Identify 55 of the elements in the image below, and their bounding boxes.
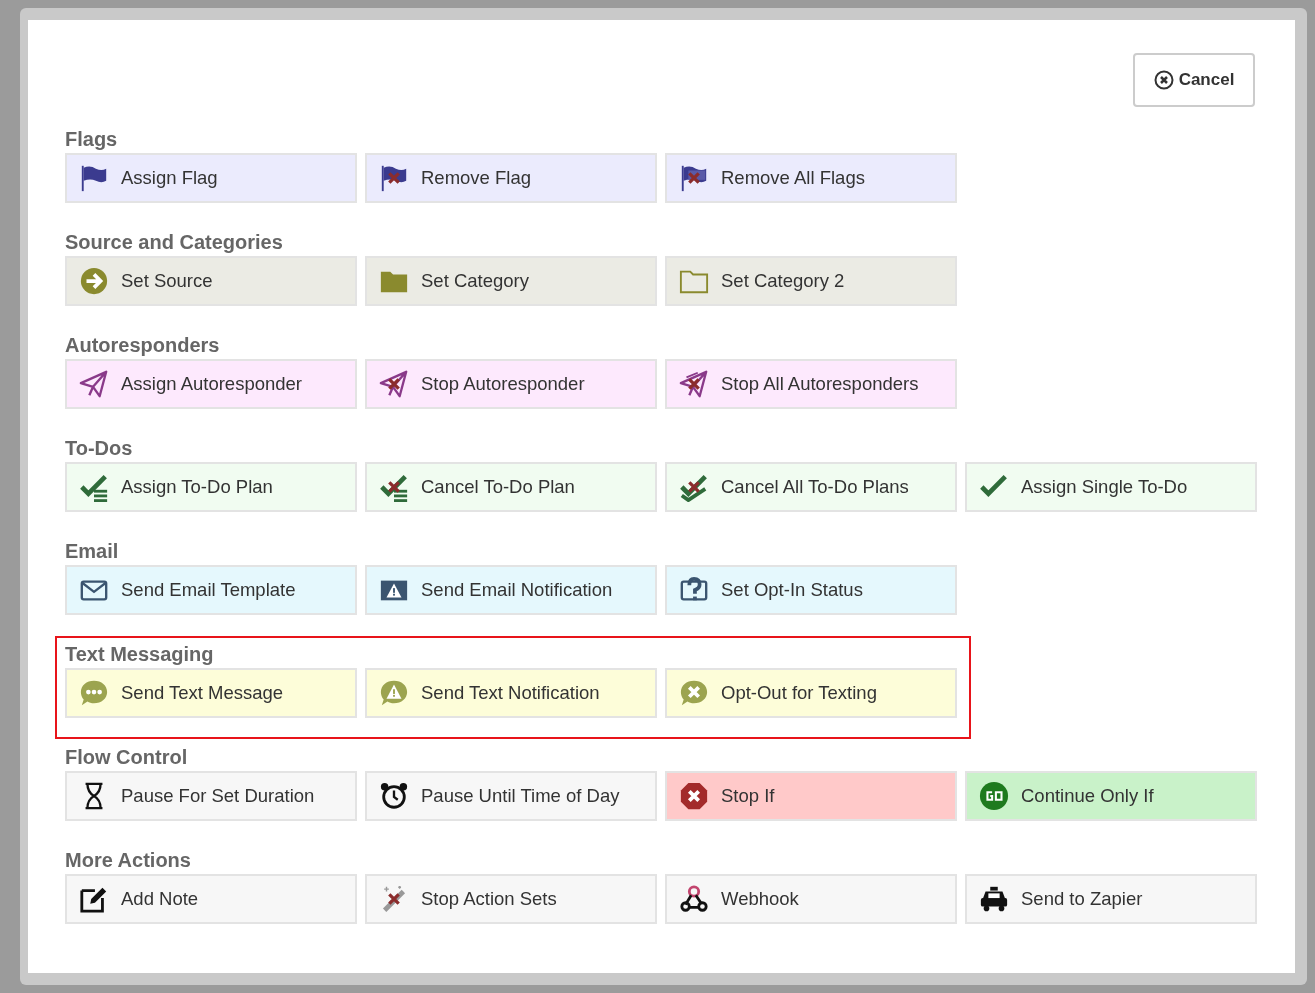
speech-bubble-warning-icon	[379, 678, 409, 708]
action-button[interactable]: Set Category	[365, 256, 657, 306]
action-button[interactable]: Remove Flag	[365, 153, 657, 203]
cancel-button[interactable]: Cancel	[1133, 53, 1255, 107]
action-button[interactable]: Stop Action Sets	[365, 874, 657, 924]
action-button[interactable]: Send Text Notification	[365, 668, 657, 718]
paper-plane-icon	[79, 369, 109, 399]
action-button[interactable]: Stop If	[665, 771, 957, 821]
action-button[interactable]: Send Email Template	[65, 565, 357, 615]
paper-plane-icon	[379, 369, 409, 399]
arrow-circle-icon	[79, 266, 109, 296]
action-button[interactable]: Send to Zapier	[965, 874, 1257, 924]
speech-bubble-x-icon	[679, 678, 709, 708]
action-button[interactable]: Set Opt-In Status	[665, 565, 957, 615]
alarm-clock-icon	[379, 781, 409, 811]
flag-icon	[79, 163, 109, 193]
section-heading: To-Dos	[65, 436, 134, 460]
webhook-icon	[679, 884, 709, 914]
taxi-icon	[979, 884, 1009, 914]
action-button[interactable]: Assign Single To-Do	[965, 462, 1257, 512]
action-button[interactable]: Pause Until Time of Day	[365, 771, 657, 821]
section-heading: Email	[65, 539, 120, 563]
checklist-icon	[79, 472, 109, 502]
action-button[interactable]: Stop Autoresponder	[365, 359, 657, 409]
action-button[interactable]: Assign To-Do Plan	[65, 462, 357, 512]
section-heading: Autoresponders	[65, 333, 221, 357]
action-button[interactable]: Cancel To-Do Plan	[365, 462, 657, 512]
checkmarks-icon	[679, 472, 709, 502]
checklist-icon	[379, 472, 409, 502]
flag-icon	[379, 163, 409, 193]
stop-octagon-icon	[679, 781, 709, 811]
action-button[interactable]: Opt-Out for Texting	[665, 668, 957, 718]
speech-bubble-icon	[79, 678, 109, 708]
action-button[interactable]: Set Source	[65, 256, 357, 306]
action-button[interactable]: Pause For Set Duration	[65, 771, 357, 821]
section-heading: Flow Control	[65, 745, 189, 769]
action-button[interactable]: Webhook	[665, 874, 957, 924]
action-button[interactable]: Add Note	[65, 874, 357, 924]
action-button[interactable]: Remove All Flags	[665, 153, 957, 203]
action-button[interactable]: Set Category 2	[665, 256, 957, 306]
action-button[interactable]: Stop All Autoresponders	[665, 359, 957, 409]
action-button[interactable]: Assign Flag	[65, 153, 357, 203]
section-heading: Flags	[65, 127, 119, 151]
go-circle-icon	[979, 781, 1009, 811]
action-button[interactable]: Assign Autoresponder	[65, 359, 357, 409]
action-button[interactable]: Cancel All To-Do Plans	[665, 462, 957, 512]
flags-icon	[679, 163, 709, 193]
section-heading: Text Messaging	[65, 642, 215, 666]
paper-planes-icon	[679, 369, 709, 399]
action-button[interactable]: Send Text Message	[65, 668, 357, 718]
action-button[interactable]: Continue Only If	[965, 771, 1257, 821]
section-heading: Source and Categories	[65, 230, 284, 254]
close-icon	[1153, 70, 1174, 90]
section-heading: More Actions	[65, 848, 192, 872]
action-button[interactable]: Send Email Notification	[365, 565, 657, 615]
